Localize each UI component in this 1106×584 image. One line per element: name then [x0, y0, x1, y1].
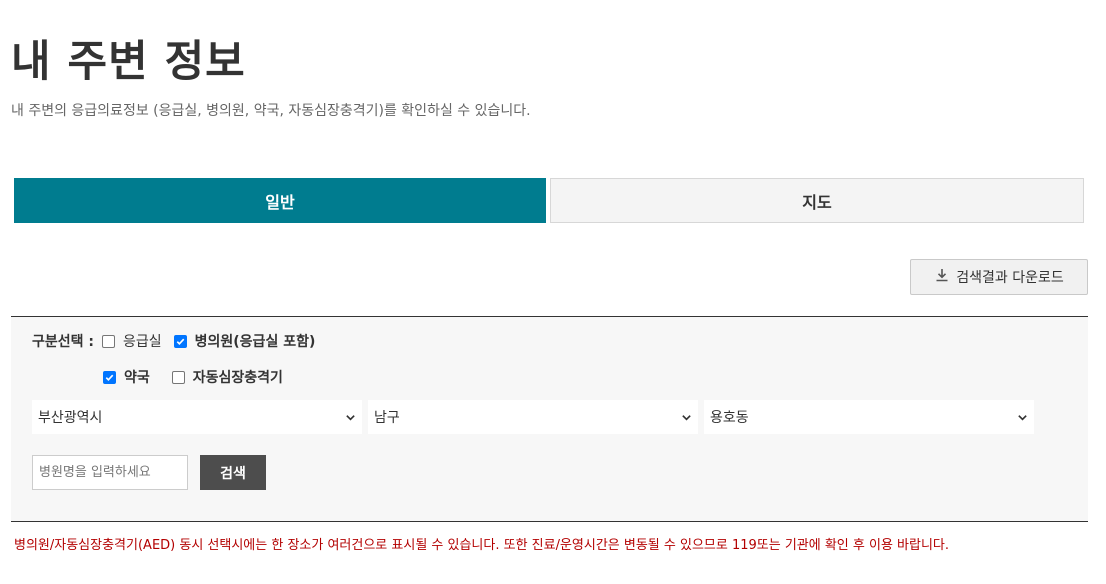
dong-select-value: 용호동 — [710, 410, 749, 426]
chevron-down-icon — [682, 414, 691, 421]
tab-general[interactable]: 일반 — [14, 178, 546, 223]
notice-text: 병의원/자동심장충격기(AED) 동시 선택시에는 한 장소가 여러건으로 표시… — [14, 538, 950, 553]
tab-map[interactable]: 지도 — [550, 178, 1084, 223]
district-select-value: 남구 — [374, 410, 400, 426]
check-icon — [105, 374, 114, 381]
check-icon — [176, 338, 184, 345]
chevron-down-icon — [1018, 414, 1027, 421]
checkbox-aed[interactable] — [171, 370, 185, 384]
view-tabs: 일반 지도 — [14, 178, 1084, 223]
checkbox-label-aed[interactable]: 자동심장충격기 — [193, 367, 283, 387]
city-select[interactable]: 부산광역시 — [32, 400, 362, 434]
dong-select[interactable]: 용호동 — [704, 400, 1034, 434]
filter-row-1: 구분선택 : 응급실 병의원(응급실 포함) — [32, 331, 327, 351]
checkbox-pharmacy[interactable] — [103, 370, 116, 384]
checkbox-label-pharmacy[interactable]: 약국 — [124, 367, 150, 387]
download-icon — [934, 267, 950, 287]
page-description: 내 주변의 응급의료정보 (응급실, 병의원, 약국, 자동심장충격기)를 확인… — [11, 103, 531, 119]
filter-row-2: 약국 자동심장충격기 — [103, 367, 295, 387]
checkbox-hospital[interactable] — [173, 334, 187, 348]
checkbox-label-emergency-room[interactable]: 응급실 — [123, 331, 162, 351]
city-select-value: 부산광역시 — [38, 410, 103, 426]
hospital-name-input[interactable] — [32, 455, 188, 490]
filter-label: 구분선택 : — [32, 334, 94, 350]
checkbox-label-hospital[interactable]: 병의원(응급실 포함) — [195, 331, 316, 351]
checkbox-emergency-room[interactable] — [102, 334, 115, 348]
chevron-down-icon — [346, 414, 355, 421]
download-results-button[interactable]: 검색결과 다운로드 — [910, 259, 1088, 295]
search-button[interactable]: 검색 — [200, 455, 266, 490]
download-button-label: 검색결과 다운로드 — [956, 270, 1064, 286]
page-title: 내 주변 정보 — [11, 37, 246, 87]
district-select[interactable]: 남구 — [368, 400, 698, 434]
